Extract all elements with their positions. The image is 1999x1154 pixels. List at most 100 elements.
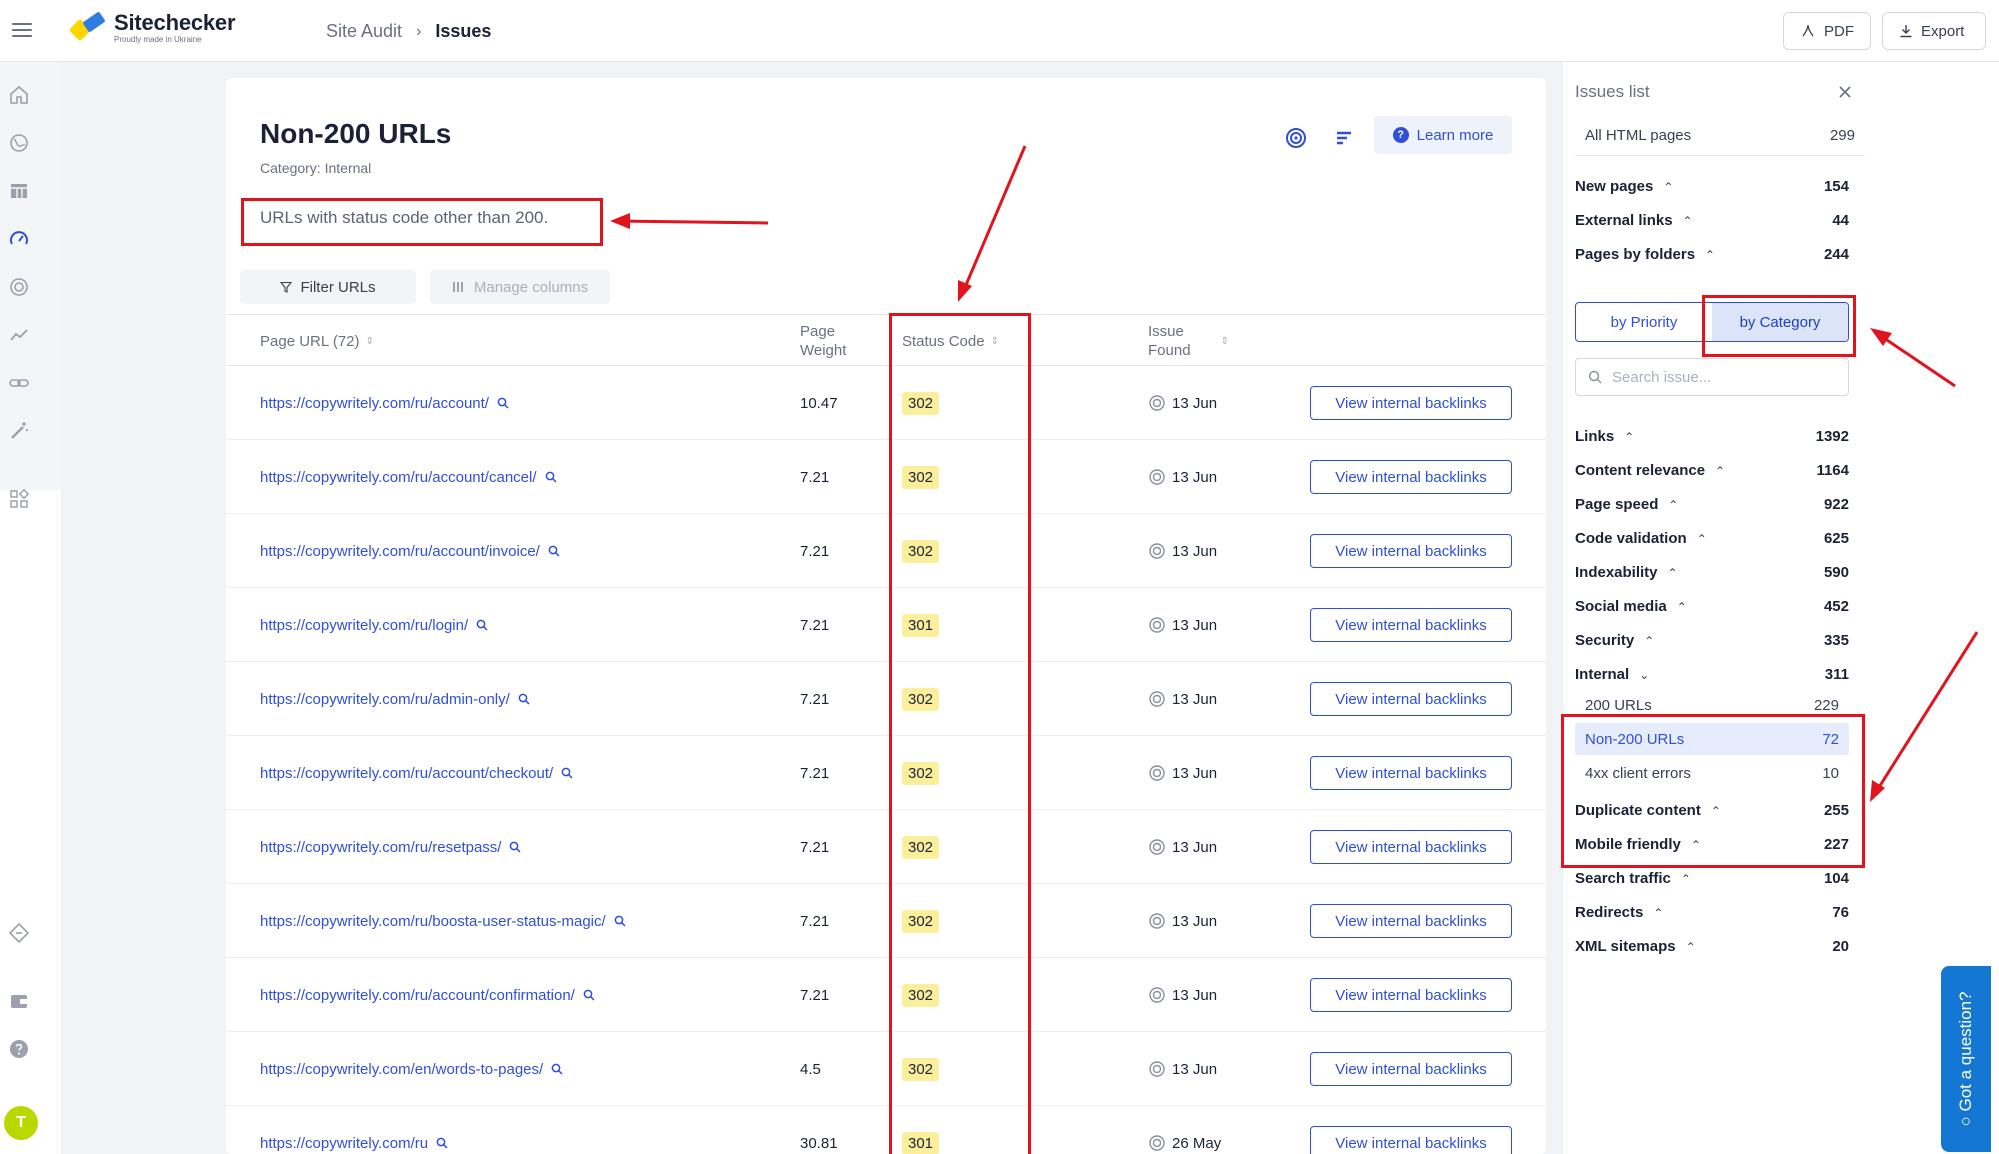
annotation-box-description bbox=[241, 198, 603, 246]
category-item[interactable]: XML sitemaps ⌃ 20 bbox=[1575, 938, 1849, 955]
user-avatar[interactable]: T bbox=[4, 1106, 38, 1140]
close-icon[interactable] bbox=[1837, 84, 1853, 100]
category-item[interactable]: Content relevance ⌃ 1164 bbox=[1575, 462, 1849, 479]
column-page-weight[interactable]: Page Weight bbox=[800, 315, 846, 367]
search-icon[interactable] bbox=[476, 619, 488, 631]
search-icon[interactable] bbox=[561, 767, 573, 779]
export-button[interactable]: Export bbox=[1882, 12, 1986, 50]
target-icon bbox=[1149, 543, 1165, 559]
speedometer-icon[interactable] bbox=[8, 228, 30, 250]
home-icon[interactable] bbox=[8, 84, 30, 106]
target-icon[interactable] bbox=[8, 276, 30, 298]
by-priority-tab[interactable]: by Priority bbox=[1576, 303, 1712, 341]
breadcrumb-site-audit[interactable]: Site Audit bbox=[326, 21, 402, 42]
widgets-icon[interactable] bbox=[8, 488, 30, 510]
category-item[interactable]: Indexability ⌃ 590 bbox=[1575, 564, 1849, 581]
category-count: 1164 bbox=[1816, 462, 1849, 479]
search-icon[interactable] bbox=[545, 471, 557, 483]
help-icon[interactable] bbox=[8, 1038, 30, 1060]
view-internal-backlinks-button[interactable]: View internal backlinks bbox=[1310, 1052, 1512, 1086]
view-internal-backlinks-button[interactable]: View internal backlinks bbox=[1310, 534, 1512, 568]
category-item[interactable]: Social media ⌃ 452 bbox=[1575, 598, 1849, 615]
view-internal-backlinks-button[interactable]: View internal backlinks bbox=[1310, 830, 1512, 864]
table-row: https://copywritely.com/ru/account/confi… bbox=[226, 958, 1546, 1032]
page-url-link[interactable]: https://copywritely.com/ru bbox=[260, 1106, 448, 1154]
page-weight-value: 30.81 bbox=[800, 1134, 838, 1152]
issue-group-item[interactable]: New pages ⌃ 154 bbox=[1575, 178, 1849, 195]
search-icon[interactable] bbox=[551, 1063, 563, 1075]
issue-group-label: New pages bbox=[1575, 178, 1654, 195]
search-icon[interactable] bbox=[614, 915, 626, 927]
category-item[interactable]: Security ⌃ 335 bbox=[1575, 632, 1849, 649]
table-icon[interactable] bbox=[8, 180, 30, 202]
category-count: 922 bbox=[1823, 496, 1849, 513]
table-row: https://copywritely.com/ru/account/10.47… bbox=[226, 366, 1546, 440]
issue-group-item[interactable]: External links ⌃ 44 bbox=[1575, 212, 1849, 229]
sort-lines-icon[interactable] bbox=[1332, 126, 1356, 150]
globe-icon[interactable] bbox=[8, 132, 30, 154]
view-internal-backlinks-button[interactable]: View internal backlinks bbox=[1310, 978, 1512, 1012]
issue-found-date: 13 Jun bbox=[1172, 1060, 1218, 1078]
view-internal-backlinks-button[interactable]: View internal backlinks bbox=[1310, 682, 1512, 716]
diamond-icon[interactable] bbox=[8, 922, 30, 944]
category-item[interactable]: Redirects ⌃ 76 bbox=[1575, 904, 1849, 921]
page-url-link[interactable]: https://copywritely.com/ru/account/check… bbox=[260, 736, 573, 810]
magic-wand-icon[interactable] bbox=[8, 420, 30, 442]
search-icon[interactable] bbox=[497, 397, 509, 409]
target-icon[interactable] bbox=[1284, 126, 1308, 150]
filter-urls-button[interactable]: Filter URLs bbox=[240, 270, 416, 304]
column-page-url[interactable]: Page URL (72) ⇕ bbox=[260, 315, 374, 367]
category-label: Security bbox=[1575, 632, 1635, 649]
internal-issue-count: 229 bbox=[1813, 696, 1839, 714]
category-item[interactable]: Search traffic ⌃ 104 bbox=[1575, 870, 1849, 887]
column-issue-found[interactable]: Issue Found ⇕ bbox=[1148, 315, 1229, 367]
chevron-up-icon: ⌃ bbox=[1696, 532, 1707, 546]
search-icon[interactable] bbox=[548, 545, 560, 557]
page-url-link[interactable]: https://copywritely.com/ru/resetpass/ bbox=[260, 810, 522, 884]
page-url-link[interactable]: https://copywritely.com/ru/account/ bbox=[260, 366, 509, 440]
category-count: 20 bbox=[1832, 938, 1849, 955]
issue-group-label: Pages by folders bbox=[1575, 246, 1696, 263]
hamburger-menu-icon[interactable] bbox=[12, 20, 32, 40]
page-url-link[interactable]: https://copywritely.com/en/words-to-page… bbox=[260, 1032, 563, 1106]
all-html-pages-item[interactable]: All HTML pages 299 bbox=[1575, 116, 1865, 156]
view-internal-backlinks-button[interactable]: View internal backlinks bbox=[1310, 460, 1512, 494]
link-icon[interactable] bbox=[8, 372, 30, 394]
page-url-link[interactable]: https://copywritely.com/ru/login/ bbox=[260, 588, 488, 662]
table-row: https://copywritely.com/ru/account/invoi… bbox=[226, 514, 1546, 588]
annotation-box-by-category bbox=[1702, 295, 1856, 357]
page-url-link[interactable]: https://copywritely.com/ru/admin-only/ bbox=[260, 662, 530, 736]
issue-group-label: External links bbox=[1575, 212, 1673, 229]
search-icon[interactable] bbox=[518, 693, 530, 705]
category-label: Social media bbox=[1575, 598, 1667, 615]
page-url-link[interactable]: https://copywritely.com/ru/account/confi… bbox=[260, 958, 595, 1032]
view-internal-backlinks-button[interactable]: View internal backlinks bbox=[1310, 1126, 1512, 1154]
category-item-internal[interactable]: Internal ⌄ 311 bbox=[1575, 666, 1849, 683]
search-icon[interactable] bbox=[436, 1137, 448, 1149]
category-item[interactable]: Code validation ⌃ 625 bbox=[1575, 530, 1849, 547]
view-internal-backlinks-button[interactable]: View internal backlinks bbox=[1310, 756, 1512, 790]
chevron-up-icon: ⌃ bbox=[1653, 906, 1664, 920]
search-icon[interactable] bbox=[583, 989, 595, 1001]
category-item[interactable]: Links ⌃ 1392 bbox=[1575, 428, 1849, 445]
page-url-link[interactable]: https://copywritely.com/ru/account/invoi… bbox=[260, 514, 560, 588]
search-issue-field[interactable]: Search issue... bbox=[1575, 358, 1849, 396]
pdf-button[interactable]: PDF bbox=[1783, 12, 1871, 50]
issue-found-date: 13 Jun bbox=[1172, 616, 1218, 634]
trend-icon[interactable] bbox=[8, 324, 30, 346]
view-internal-backlinks-button[interactable]: View internal backlinks bbox=[1310, 608, 1512, 642]
view-internal-backlinks-button[interactable]: View internal backlinks bbox=[1310, 904, 1512, 938]
chat-widget-tab[interactable]: ○ Got a question? bbox=[1941, 966, 1991, 1152]
table-row: https://copywritely.com/ru/login/7.21 301… bbox=[226, 588, 1546, 662]
page-url-link[interactable]: https://copywritely.com/ru/account/cance… bbox=[260, 440, 557, 514]
category-item[interactable]: Page speed ⌃ 922 bbox=[1575, 496, 1849, 513]
manage-columns-button[interactable]: Manage columns bbox=[430, 270, 610, 304]
wallet-icon[interactable] bbox=[8, 990, 30, 1012]
target-icon bbox=[1149, 1135, 1165, 1151]
search-icon[interactable] bbox=[509, 841, 522, 853]
issue-group-item[interactable]: Pages by folders ⌃ 244 bbox=[1575, 246, 1849, 263]
page-url-link[interactable]: https://copywritely.com/ru/boosta-user-s… bbox=[260, 884, 626, 958]
logo[interactable]: Sitechecker Proudly made in Ukraine bbox=[68, 11, 236, 44]
learn-more-button[interactable]: ? Learn more bbox=[1374, 116, 1512, 154]
view-internal-backlinks-button[interactable]: View internal backlinks bbox=[1310, 386, 1512, 420]
